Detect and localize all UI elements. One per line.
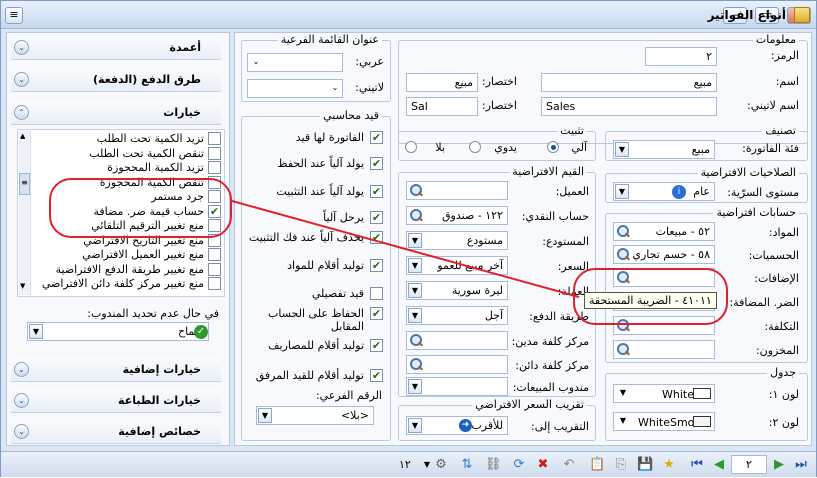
chevron-down-icon[interactable]: ▼ xyxy=(419,457,435,473)
paste-icon[interactable]: 📋 xyxy=(589,457,605,473)
settings-icon[interactable]: ⚙ xyxy=(433,457,449,473)
page-number-input[interactable]: ٢ xyxy=(731,455,767,474)
next-record-icon[interactable]: ▶ xyxy=(771,457,787,473)
refresh-icon[interactable]: ⟳ xyxy=(511,457,527,473)
link-icon[interactable]: ⛓ xyxy=(485,457,502,473)
last-record-icon[interactable]: ⏭ xyxy=(793,457,809,473)
first-record-icon[interactable]: ⏮ xyxy=(689,457,705,473)
window: ✕ ▭ – أنواع الفواتير ≡ معلومات الرمز: ٢ … xyxy=(0,0,817,477)
navigation-toolbar: ⏭ ▶ ٢ ◀ ⏮ ★ 💾 ⎘ 📋 ↶ ✖ ⟳ ⛓ ⇅ ⚙ ▼ ١٢ xyxy=(1,451,816,477)
vat-tooltip: ٤١٠١١ - الضريبة المستحقة xyxy=(584,292,717,309)
sort-icon[interactable]: ⇅ xyxy=(459,457,475,473)
annotation-arrow xyxy=(231,200,580,298)
undo-icon[interactable]: ↶ xyxy=(561,457,577,473)
record-count: ١٢ xyxy=(399,458,411,471)
save-icon[interactable]: 💾 xyxy=(637,457,653,473)
prev-record-icon[interactable]: ◀ xyxy=(711,457,727,473)
copy-icon[interactable]: ⎘ xyxy=(613,457,629,473)
star-icon[interactable]: ★ xyxy=(661,457,677,473)
delete-icon[interactable]: ✖ xyxy=(535,457,551,473)
